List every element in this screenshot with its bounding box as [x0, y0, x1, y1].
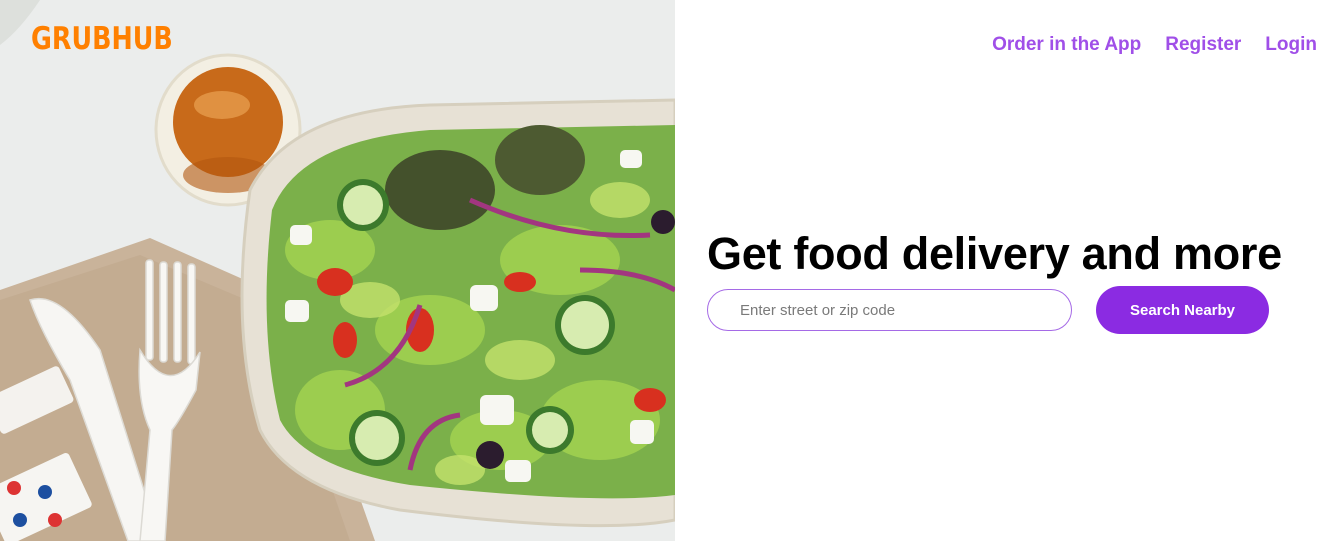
- nav-register-link[interactable]: Register: [1165, 34, 1241, 56]
- hero-headline: Get food delivery and more: [707, 228, 1282, 279]
- top-nav: Order in the App Register Login: [992, 34, 1317, 56]
- landing-page: GRUBHUB Order in the App Register Login …: [0, 0, 1332, 541]
- search-nearby-button[interactable]: Search Nearby: [1096, 286, 1269, 334]
- nav-order-in-app-link[interactable]: Order in the App: [992, 34, 1141, 56]
- salad-photo: [0, 0, 675, 541]
- hero-image: GRUBHUB: [0, 0, 675, 541]
- nav-login-link[interactable]: Login: [1265, 34, 1317, 56]
- address-search-input[interactable]: [707, 289, 1072, 331]
- grubhub-logo[interactable]: GRUBHUB: [31, 24, 173, 55]
